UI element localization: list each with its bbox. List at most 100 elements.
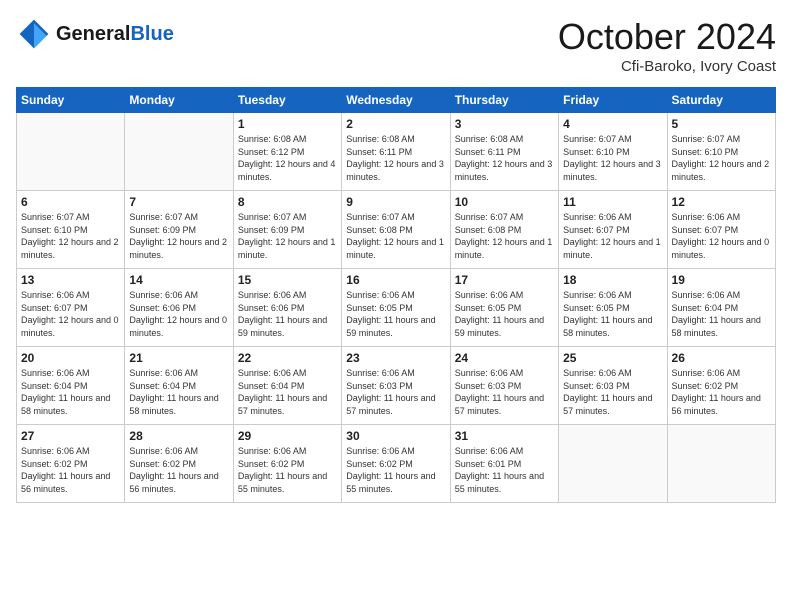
day-info: Sunrise: 6:07 AM Sunset: 6:09 PM Dayligh… xyxy=(238,211,337,261)
day-info: Sunrise: 6:06 AM Sunset: 6:05 PM Dayligh… xyxy=(455,289,554,339)
day-info: Sunrise: 6:08 AM Sunset: 6:11 PM Dayligh… xyxy=(455,133,554,183)
day-number: 23 xyxy=(346,351,445,365)
day-info: Sunrise: 6:06 AM Sunset: 6:07 PM Dayligh… xyxy=(21,289,120,339)
day-info: Sunrise: 6:07 AM Sunset: 6:09 PM Dayligh… xyxy=(129,211,228,261)
day-info: Sunrise: 6:06 AM Sunset: 6:04 PM Dayligh… xyxy=(672,289,771,339)
calendar-cell xyxy=(17,113,125,191)
day-number: 2 xyxy=(346,117,445,131)
day-info: Sunrise: 6:06 AM Sunset: 6:02 PM Dayligh… xyxy=(672,367,771,417)
page-header: GeneralBlue October 2024 Cfi-Baroko, Ivo… xyxy=(16,16,776,75)
day-info: Sunrise: 6:06 AM Sunset: 6:06 PM Dayligh… xyxy=(129,289,228,339)
calendar-cell: 12 Sunrise: 6:06 AM Sunset: 6:07 PM Dayli… xyxy=(667,191,775,269)
day-info: Sunrise: 6:06 AM Sunset: 6:04 PM Dayligh… xyxy=(238,367,337,417)
calendar-cell: 28 Sunrise: 6:06 AM Sunset: 6:02 PM Dayli… xyxy=(125,425,233,503)
day-info: Sunrise: 6:07 AM Sunset: 6:10 PM Dayligh… xyxy=(672,133,771,183)
day-number: 16 xyxy=(346,273,445,287)
calendar-cell: 18 Sunrise: 6:06 AM Sunset: 6:05 PM Dayli… xyxy=(559,269,667,347)
day-number: 3 xyxy=(455,117,554,131)
day-number: 25 xyxy=(563,351,662,365)
day-number: 30 xyxy=(346,429,445,443)
day-info: Sunrise: 6:07 AM Sunset: 6:10 PM Dayligh… xyxy=(563,133,662,183)
calendar-table: SundayMondayTuesdayWednesdayThursdayFrid… xyxy=(16,87,776,503)
calendar-cell: 3 Sunrise: 6:08 AM Sunset: 6:11 PM Daylig… xyxy=(450,113,558,191)
weekday-header: Monday xyxy=(125,88,233,113)
calendar-cell: 22 Sunrise: 6:06 AM Sunset: 6:04 PM Dayli… xyxy=(233,347,341,425)
day-info: Sunrise: 6:06 AM Sunset: 6:05 PM Dayligh… xyxy=(563,289,662,339)
day-number: 13 xyxy=(21,273,120,287)
calendar-cell: 23Sunrise: 6:06 AM Sunset: 6:03 PM Dayli… xyxy=(342,347,450,425)
weekday-header: Thursday xyxy=(450,88,558,113)
day-number: 10 xyxy=(455,195,554,209)
calendar-cell: 29 Sunrise: 6:06 AM Sunset: 6:02 PM Dayli… xyxy=(233,425,341,503)
day-number: 14 xyxy=(129,273,228,287)
day-info: Sunrise: 6:06 AM Sunset: 6:04 PM Dayligh… xyxy=(21,367,120,417)
calendar-cell: 24 Sunrise: 6:06 AM Sunset: 6:03 PM Dayli… xyxy=(450,347,558,425)
calendar-body: 1Sunrise: 6:08 AM Sunset: 6:12 PM Daylig… xyxy=(17,113,776,503)
day-number: 27 xyxy=(21,429,120,443)
day-info: Sunrise: 6:07 AM Sunset: 6:08 PM Dayligh… xyxy=(455,211,554,261)
calendar-cell: 31 Sunrise: 6:06 AM Sunset: 6:01 PM Dayli… xyxy=(450,425,558,503)
day-number: 9 xyxy=(346,195,445,209)
day-number: 18 xyxy=(563,273,662,287)
day-number: 7 xyxy=(129,195,228,209)
calendar-cell: 16 Sunrise: 6:06 AM Sunset: 6:05 PM Dayli… xyxy=(342,269,450,347)
day-number: 22 xyxy=(238,351,337,365)
day-info: Sunrise: 6:06 AM Sunset: 6:02 PM Dayligh… xyxy=(238,445,337,495)
day-info: Sunrise: 6:08 AM Sunset: 6:11 PM Dayligh… xyxy=(346,133,445,183)
day-number: 31 xyxy=(455,429,554,443)
day-info: Sunrise: 6:06 AM Sunset: 6:03 PM Dayligh… xyxy=(563,367,662,417)
calendar-cell: 30 Sunrise: 6:06 AM Sunset: 6:02 PM Dayli… xyxy=(342,425,450,503)
calendar-header: SundayMondayTuesdayWednesdayThursdayFrid… xyxy=(17,88,776,113)
day-info: Sunrise: 6:06 AM Sunset: 6:06 PM Dayligh… xyxy=(238,289,337,339)
day-number: 29 xyxy=(238,429,337,443)
day-info: Sunrise: 6:07 AM Sunset: 6:08 PM Dayligh… xyxy=(346,211,445,261)
day-info: Sunrise: 6:06 AM Sunset: 6:03 PM Dayligh… xyxy=(455,367,554,417)
calendar-cell xyxy=(559,425,667,503)
logo-text: GeneralBlue xyxy=(56,23,174,45)
day-number: 6 xyxy=(21,195,120,209)
day-info: Sunrise: 6:08 AM Sunset: 6:12 PM Dayligh… xyxy=(238,133,337,183)
day-info: Sunrise: 6:06 AM Sunset: 6:02 PM Dayligh… xyxy=(129,445,228,495)
calendar-cell: 1Sunrise: 6:08 AM Sunset: 6:12 PM Daylig… xyxy=(233,113,341,191)
day-info: Sunrise: 6:06 AM Sunset: 6:02 PM Dayligh… xyxy=(346,445,445,495)
calendar-cell: 4 Sunrise: 6:07 AM Sunset: 6:10 PM Daylig… xyxy=(559,113,667,191)
day-number: 5 xyxy=(672,117,771,131)
day-number: 12 xyxy=(672,195,771,209)
calendar-cell: 13 Sunrise: 6:06 AM Sunset: 6:07 PM Dayli… xyxy=(17,269,125,347)
day-number: 4 xyxy=(563,117,662,131)
day-number: 15 xyxy=(238,273,337,287)
calendar-week-row: 6 Sunrise: 6:07 AM Sunset: 6:10 PM Daylig… xyxy=(17,191,776,269)
day-info: Sunrise: 6:06 AM Sunset: 6:05 PM Dayligh… xyxy=(346,289,445,339)
calendar-cell: 9 Sunrise: 6:07 AM Sunset: 6:08 PM Daylig… xyxy=(342,191,450,269)
calendar-cell: 10 Sunrise: 6:07 AM Sunset: 6:08 PM Dayli… xyxy=(450,191,558,269)
day-number: 24 xyxy=(455,351,554,365)
day-number: 28 xyxy=(129,429,228,443)
day-info: Sunrise: 6:06 AM Sunset: 6:01 PM Dayligh… xyxy=(455,445,554,495)
location-subtitle: Cfi-Baroko, Ivory Coast xyxy=(558,58,776,75)
day-info: Sunrise: 6:06 AM Sunset: 6:07 PM Dayligh… xyxy=(672,211,771,261)
day-number: 21 xyxy=(129,351,228,365)
calendar-cell: 21Sunrise: 6:06 AM Sunset: 6:04 PM Dayli… xyxy=(125,347,233,425)
day-info: Sunrise: 6:07 AM Sunset: 6:10 PM Dayligh… xyxy=(21,211,120,261)
calendar-week-row: 20Sunrise: 6:06 AM Sunset: 6:04 PM Dayli… xyxy=(17,347,776,425)
day-info: Sunrise: 6:06 AM Sunset: 6:07 PM Dayligh… xyxy=(563,211,662,261)
calendar-week-row: 1Sunrise: 6:08 AM Sunset: 6:12 PM Daylig… xyxy=(17,113,776,191)
calendar-cell: 19 Sunrise: 6:06 AM Sunset: 6:04 PM Dayli… xyxy=(667,269,775,347)
title-block: October 2024 Cfi-Baroko, Ivory Coast xyxy=(558,16,776,75)
weekday-header-row: SundayMondayTuesdayWednesdayThursdayFrid… xyxy=(17,88,776,113)
calendar-cell: 17 Sunrise: 6:06 AM Sunset: 6:05 PM Dayli… xyxy=(450,269,558,347)
calendar-cell: 7 Sunrise: 6:07 AM Sunset: 6:09 PM Daylig… xyxy=(125,191,233,269)
calendar-cell: 25 Sunrise: 6:06 AM Sunset: 6:03 PM Dayli… xyxy=(559,347,667,425)
calendar-cell xyxy=(125,113,233,191)
day-number: 8 xyxy=(238,195,337,209)
day-number: 11 xyxy=(563,195,662,209)
calendar-cell: 20Sunrise: 6:06 AM Sunset: 6:04 PM Dayli… xyxy=(17,347,125,425)
calendar-cell: 15 Sunrise: 6:06 AM Sunset: 6:06 PM Dayli… xyxy=(233,269,341,347)
logo-icon xyxy=(16,16,52,52)
weekday-header: Saturday xyxy=(667,88,775,113)
calendar-cell: 8 Sunrise: 6:07 AM Sunset: 6:09 PM Daylig… xyxy=(233,191,341,269)
day-number: 17 xyxy=(455,273,554,287)
calendar-cell: 26Sunrise: 6:06 AM Sunset: 6:02 PM Dayli… xyxy=(667,347,775,425)
day-number: 19 xyxy=(672,273,771,287)
calendar-cell: 6 Sunrise: 6:07 AM Sunset: 6:10 PM Daylig… xyxy=(17,191,125,269)
